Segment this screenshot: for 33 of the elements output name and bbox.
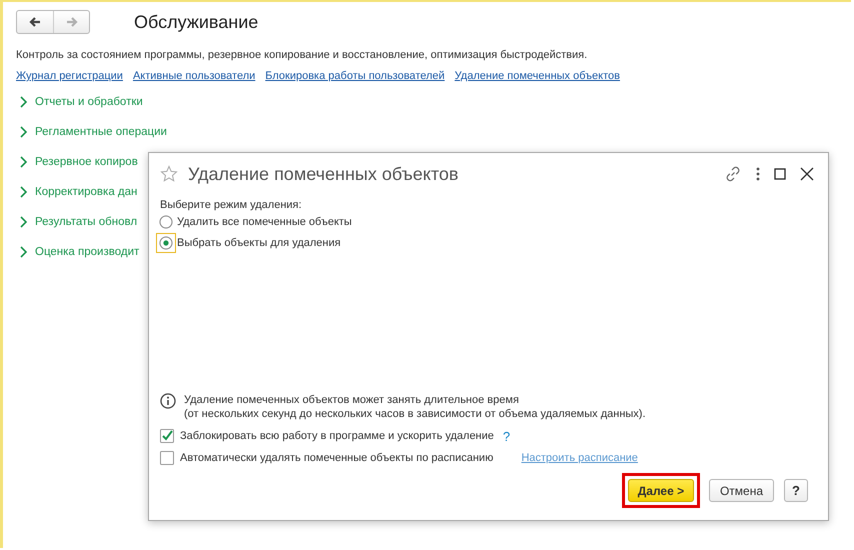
star-icon[interactable] bbox=[160, 165, 178, 183]
section-header[interactable]: Корректировка дан bbox=[35, 186, 138, 198]
checkbox[interactable] bbox=[160, 429, 174, 443]
link[interactable]: Блокировка работы пользователей bbox=[265, 70, 445, 82]
section-header[interactable]: Резервное копиров bbox=[35, 156, 138, 168]
link[interactable]: Активные пользователи bbox=[132, 70, 256, 82]
cancel-button[interactable]: Отмена bbox=[708, 479, 774, 502]
next-button[interactable]: Далее > bbox=[628, 479, 694, 502]
section-header[interactable]: Оценка производит bbox=[35, 246, 140, 258]
link-icon[interactable] bbox=[724, 165, 742, 183]
page-title: Обслуживание bbox=[134, 12, 258, 32]
radio-label[interactable]: Выбрать объекты для удаления bbox=[177, 236, 341, 248]
checkbox-label[interactable]: Заблокировать всю работу в программе и ускорить удаление bbox=[180, 430, 494, 442]
link[interactable]: Журнал регистрации bbox=[16, 70, 123, 82]
section-header[interactable]: Результаты обновл bbox=[35, 216, 138, 228]
mode-label: Выберите режим удаления: bbox=[160, 199, 303, 211]
info-icon bbox=[160, 393, 176, 409]
maximize-icon[interactable] bbox=[774, 168, 786, 180]
info-text: (от нескольких секунд до нескольких часов в зависимости от объема удаляемых данных). bbox=[184, 407, 646, 421]
checkbox[interactable] bbox=[160, 451, 174, 465]
help-link[interactable]: ? bbox=[502, 428, 510, 444]
more-icon[interactable] bbox=[756, 167, 760, 181]
section-header[interactable]: Регламентные операции bbox=[35, 126, 167, 138]
radio-label[interactable]: Удалить все помеченные объекты bbox=[177, 216, 352, 228]
close-icon[interactable] bbox=[800, 167, 814, 181]
checkbox-label[interactable]: Автоматически удалять помеченные объекты по расписанию bbox=[180, 452, 494, 464]
radio-button[interactable] bbox=[159, 214, 173, 228]
section-header[interactable]: Отчеты и обработки bbox=[35, 96, 143, 108]
info-text: Удаление помеченных объектов может занять длительное время bbox=[184, 393, 520, 407]
link[interactable]: Удаление помеченных объектов bbox=[454, 70, 620, 82]
help-button[interactable]: ? bbox=[784, 479, 808, 502]
page-description: Контроль за состоянием программы, резервное копирование и восстановление, оптимизация быстродействия. bbox=[16, 49, 588, 61]
dialog-title: Удаление помеченных объектов bbox=[188, 164, 460, 184]
